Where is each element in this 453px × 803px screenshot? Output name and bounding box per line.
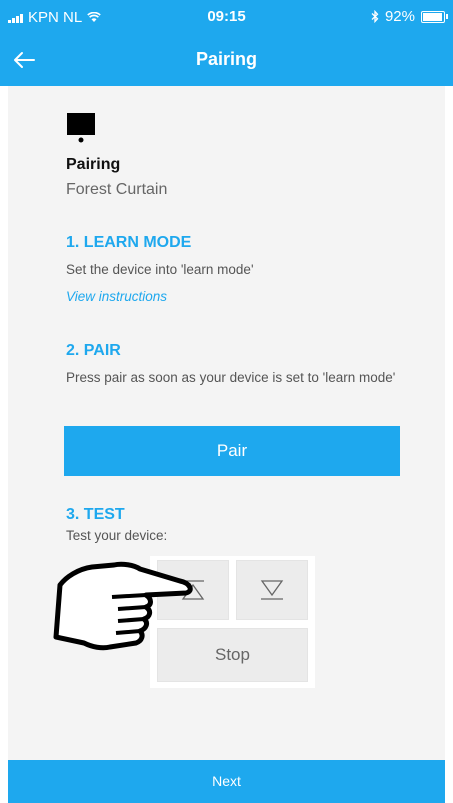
device-name: Forest Curtain [66, 181, 168, 198]
step-learn-description: Set the device into 'learn mode' [66, 262, 254, 277]
screen-device-icon [67, 113, 95, 143]
device-heading: Pairing [66, 156, 121, 173]
step-pair-title: 2. PAIR [66, 342, 121, 359]
status-right: 92% [371, 8, 448, 25]
close-down-icon [260, 580, 284, 600]
pair-button[interactable]: Pair [64, 426, 400, 476]
step-test-title: 3. TEST [66, 506, 125, 523]
nav-bar: Pairing [0, 34, 453, 86]
status-bar: KPN NL 09:15 92% [0, 0, 453, 34]
content-panel: Pairing Forest Curtain 1. LEARN MODE Set… [8, 86, 445, 760]
bluetooth-icon [371, 10, 379, 23]
battery-icon [421, 10, 448, 23]
page-title: Pairing [195, 49, 257, 69]
next-button[interactable]: Next [8, 760, 445, 803]
step-pair-description: Press pair as soon as your device is set… [66, 370, 396, 385]
pointing-hand-icon [53, 561, 193, 651]
step-learn-title: 1. LEARN MODE [66, 234, 192, 251]
battery-percent: 92% [384, 8, 415, 25]
view-instructions-link[interactable]: View instructions [66, 289, 167, 304]
step-test-description: Test your device: [66, 528, 168, 543]
close-down-button[interactable] [236, 560, 308, 620]
